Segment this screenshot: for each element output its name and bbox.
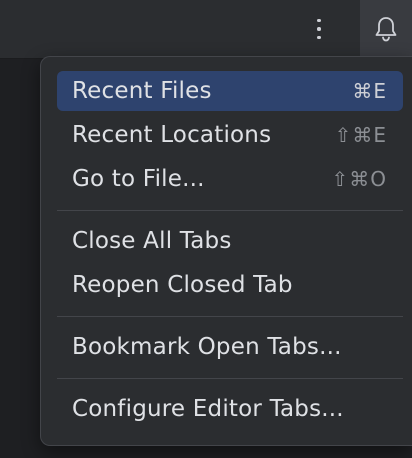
menu-item-shortcut: ⇧⌘E xyxy=(334,123,387,147)
notifications-button[interactable] xyxy=(360,0,412,58)
menu-item-configure-editor-tabs[interactable]: Configure Editor Tabs... xyxy=(57,389,403,429)
menu-item-shortcut: ⌘E xyxy=(352,79,387,103)
menu-item-recent-locations[interactable]: Recent Locations ⇧⌘E xyxy=(57,115,403,155)
menu-item-label: Reopen Closed Tab xyxy=(72,272,293,298)
more-vertical-icon[interactable] xyxy=(306,12,332,46)
menu-separator xyxy=(57,378,403,379)
menu-item-close-all-tabs[interactable]: Close All Tabs xyxy=(57,221,403,261)
menu-item-bookmark-open-tabs[interactable]: Bookmark Open Tabs... xyxy=(57,327,403,367)
menu-item-label: Bookmark Open Tabs... xyxy=(72,334,342,360)
top-toolbar xyxy=(0,0,412,58)
menu-item-go-to-file[interactable]: Go to File... ⇧⌘O xyxy=(57,159,403,199)
menu-separator xyxy=(57,316,403,317)
menu-item-reopen-closed-tab[interactable]: Reopen Closed Tab xyxy=(57,265,403,305)
bell-icon xyxy=(375,17,397,42)
menu-item-label: Recent Locations xyxy=(72,122,272,148)
menu-item-label: Close All Tabs xyxy=(72,228,232,254)
menu-item-shortcut: ⇧⌘O xyxy=(331,167,387,191)
menu-item-label: Configure Editor Tabs... xyxy=(72,396,344,422)
editor-tabs-menu: Recent Files ⌘E Recent Locations ⇧⌘E Go … xyxy=(40,56,412,446)
menu-item-label: Recent Files xyxy=(72,78,212,104)
menu-item-label: Go to File... xyxy=(72,166,205,192)
menu-item-recent-files[interactable]: Recent Files ⌘E xyxy=(57,71,403,111)
menu-separator xyxy=(57,210,403,211)
